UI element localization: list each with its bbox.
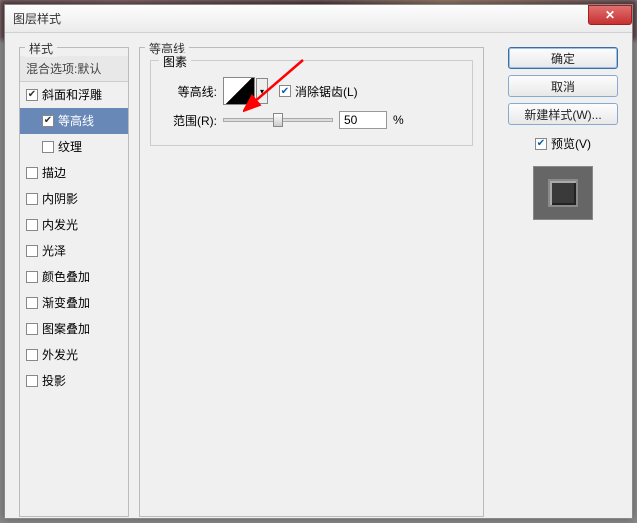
- style-item-4[interactable]: 内阴影: [20, 186, 128, 212]
- style-item-10[interactable]: 外发光: [20, 342, 128, 368]
- close-icon: ✕: [605, 8, 615, 22]
- slider-thumb[interactable]: [273, 113, 283, 127]
- contour-label: 等高线:: [161, 83, 217, 100]
- checkbox-icon: ✔: [535, 138, 547, 150]
- style-item-0[interactable]: ✔ 斜面和浮雕: [20, 82, 128, 108]
- checkbox-icon[interactable]: ✔: [26, 89, 38, 101]
- range-slider[interactable]: [223, 118, 333, 122]
- checkbox-icon[interactable]: ✔: [42, 115, 54, 127]
- layer-style-dialog: 图层样式 ✕ 样式 混合选项:默认 ✔ 斜面和浮雕 ✔ 等高线纹理描边内阴影内发光光泽…: [4, 4, 633, 519]
- checkbox-icon[interactable]: [26, 219, 38, 231]
- style-item-label: 颜色叠加: [42, 268, 90, 285]
- style-item-label: 图案叠加: [42, 320, 90, 337]
- titlebar: 图层样式 ✕: [5, 5, 632, 33]
- styles-fieldset: 样式 混合选项:默认 ✔斜面和浮雕✔等高线纹理描边内阴影内发光光泽颜色叠加渐变叠…: [19, 47, 129, 517]
- checkbox-icon[interactable]: [26, 245, 38, 257]
- new-style-label: 新建样式(W)...: [524, 106, 601, 123]
- checkbox-icon: ✔: [279, 85, 291, 97]
- close-button[interactable]: ✕: [588, 5, 632, 25]
- checkbox-icon[interactable]: [26, 167, 38, 179]
- cancel-label: 取消: [551, 78, 575, 95]
- checkbox-icon[interactable]: [26, 193, 38, 205]
- style-item-label: 描边: [42, 164, 66, 181]
- style-item-label: 内阴影: [42, 190, 78, 207]
- element-fieldset: 图素 等高线: ▾ ✔ 消除锯齿(L) 范围(R):: [150, 60, 473, 146]
- checkbox-icon[interactable]: [26, 297, 38, 309]
- checkbox-icon[interactable]: [26, 323, 38, 335]
- style-item-label: 投影: [42, 372, 66, 389]
- antialias-checkbox[interactable]: ✔ 消除锯齿(L): [279, 83, 358, 100]
- style-item-6[interactable]: 光泽: [20, 238, 128, 264]
- style-item-7[interactable]: 颜色叠加: [20, 264, 128, 290]
- checkbox-icon[interactable]: [26, 271, 38, 283]
- blend-options-row[interactable]: 混合选项:默认: [20, 56, 128, 82]
- style-item-11[interactable]: 投影: [20, 368, 128, 394]
- ok-button[interactable]: 确定: [508, 47, 618, 69]
- checkbox-icon[interactable]: [26, 375, 38, 387]
- style-item-5[interactable]: 内发光: [20, 212, 128, 238]
- style-item-label: 渐变叠加: [42, 294, 90, 311]
- preview-thumbnail: [533, 166, 593, 220]
- contour-settings-fieldset: 等高线 图素 等高线: ▾ ✔ 消除锯齿(L): [139, 47, 484, 517]
- right-button-panel: 确定 取消 新建样式(W)... ✔ 预览(V): [508, 47, 618, 220]
- ok-label: 确定: [551, 50, 575, 67]
- preview-checkbox[interactable]: ✔ 预览(V): [508, 135, 618, 152]
- style-item-label: 斜面和浮雕: [42, 86, 102, 103]
- title-text: 图层样式: [13, 10, 588, 27]
- styles-fieldset-label: 样式: [25, 40, 57, 57]
- range-input[interactable]: [339, 111, 387, 129]
- cancel-button[interactable]: 取消: [508, 75, 618, 97]
- new-style-button[interactable]: 新建样式(W)...: [508, 103, 618, 125]
- style-item-label: 内发光: [42, 216, 78, 233]
- contour-picker[interactable]: ▾: [223, 77, 255, 105]
- style-item-3[interactable]: 描边: [20, 160, 128, 186]
- style-item-label: 纹理: [58, 138, 82, 155]
- chevron-down-icon[interactable]: ▾: [256, 78, 268, 104]
- element-legend: 图素: [159, 53, 191, 70]
- style-item-label: 等高线: [58, 112, 94, 129]
- range-unit: %: [393, 113, 404, 127]
- antialias-label: 消除锯齿(L): [295, 83, 358, 100]
- style-item-label: 外发光: [42, 346, 78, 363]
- checkbox-icon[interactable]: [26, 349, 38, 361]
- range-label: 范围(R):: [161, 112, 217, 129]
- style-item-9[interactable]: 图案叠加: [20, 316, 128, 342]
- style-item-1[interactable]: ✔ 等高线: [20, 108, 128, 134]
- style-item-8[interactable]: 渐变叠加: [20, 290, 128, 316]
- style-item-label: 光泽: [42, 242, 66, 259]
- preview-label: 预览(V): [551, 135, 591, 152]
- checkbox-icon[interactable]: [42, 141, 54, 153]
- style-item-2[interactable]: 纹理: [20, 134, 128, 160]
